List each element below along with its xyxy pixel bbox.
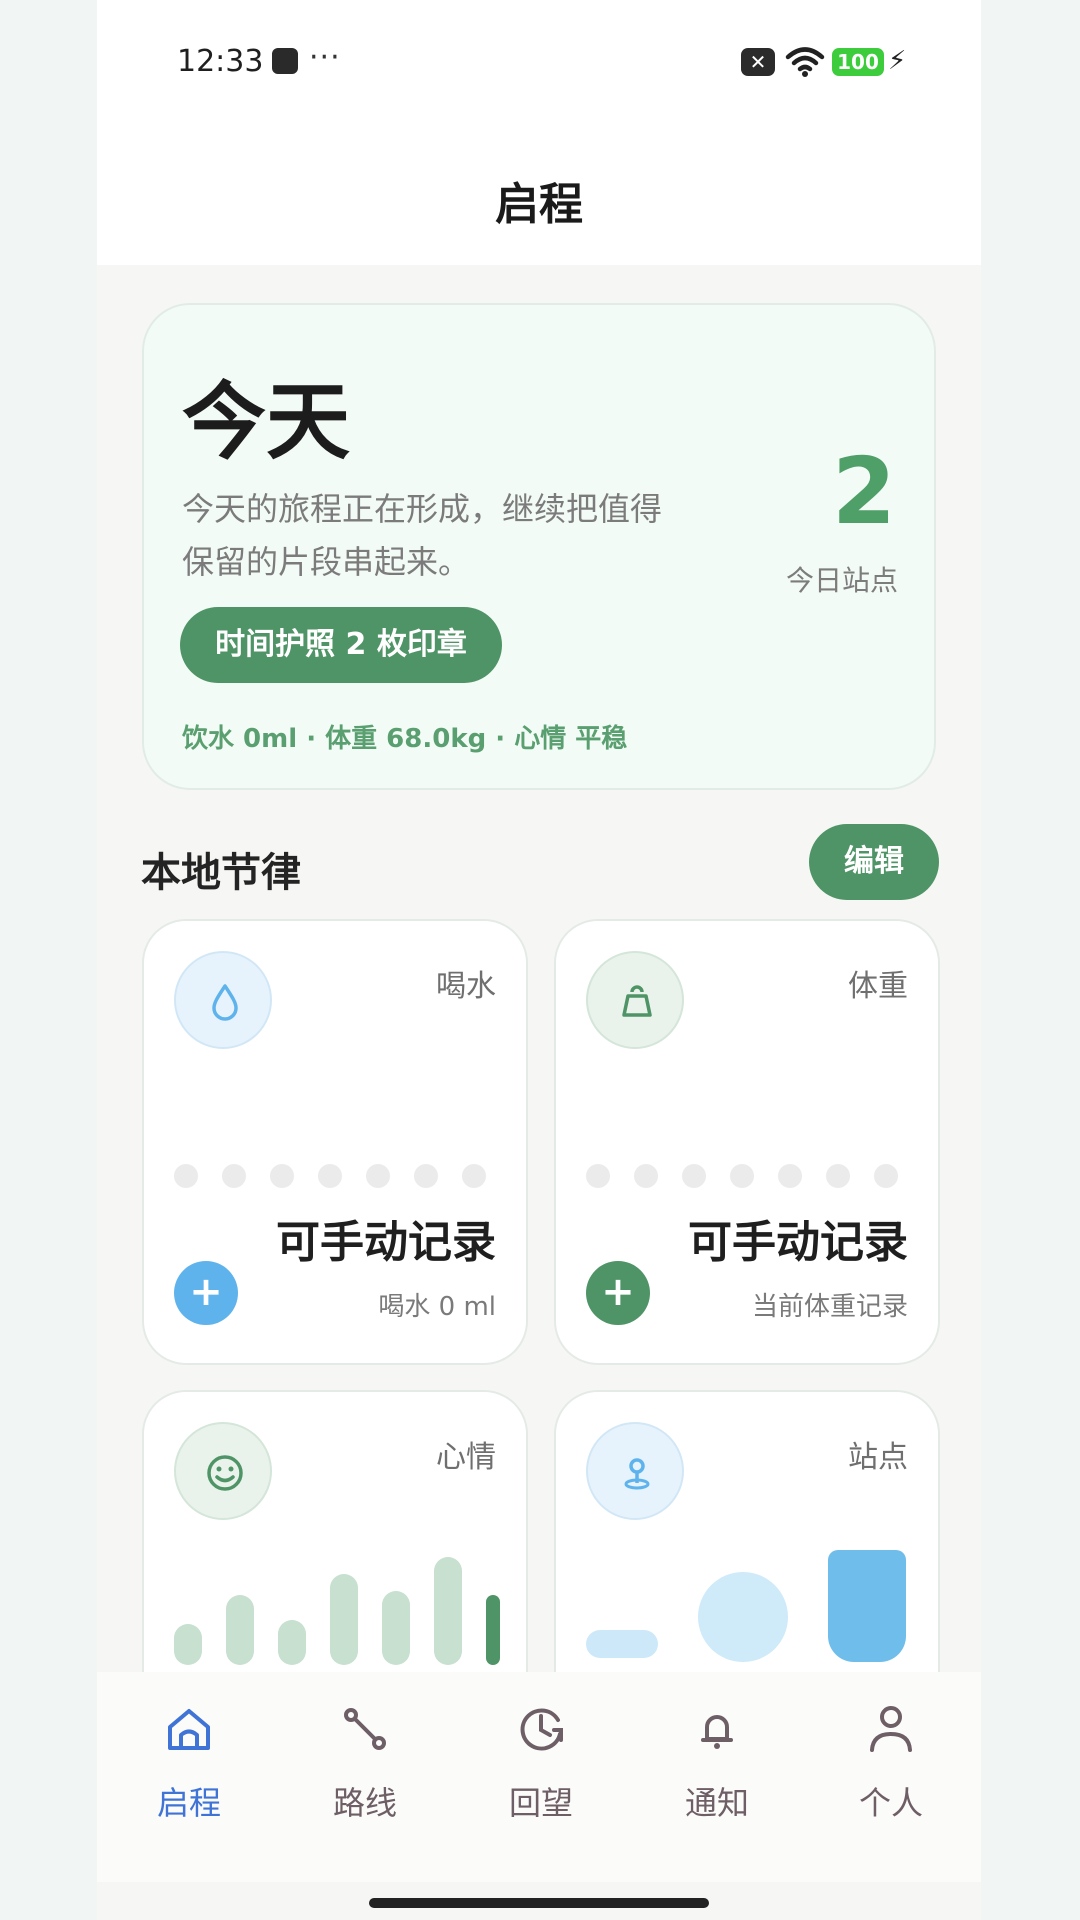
progress-dot [462, 1164, 486, 1188]
tile-caption: 喝水 0 ml [378, 1292, 496, 1322]
nav-label: 通知 [684, 1784, 749, 1822]
progress-dot [222, 1164, 246, 1188]
mood-bar [382, 1591, 410, 1665]
weight-icon [586, 951, 684, 1049]
progress-dot [826, 1164, 850, 1188]
more-notifications-icon: ··· [309, 40, 341, 75]
section-title: 本地节律 [141, 850, 301, 896]
nav-item-home[interactable]: 启程 [101, 1672, 277, 1842]
nav-item-notifications[interactable]: 通知 [629, 1672, 805, 1842]
mood-bar [330, 1574, 358, 1665]
wifi-icon [785, 47, 825, 77]
progress-dot [366, 1164, 390, 1188]
weight-tile[interactable]: 体重 可手动记录 + 当前体重记录 [554, 919, 940, 1365]
progress-dot [874, 1164, 898, 1188]
route-icon [344, 1708, 386, 1750]
home-indicator [369, 1898, 709, 1908]
nav-label: 回望 [508, 1784, 573, 1822]
progress-dot [634, 1164, 658, 1188]
nav-label: 启程 [156, 1784, 221, 1822]
tile-value: 可手动记录 [276, 1217, 496, 1268]
bottom-navigation: 启程 路线 回望 通知 个人 [97, 1672, 981, 1882]
water-drop-icon [174, 951, 272, 1049]
station-shape-bar [586, 1630, 658, 1658]
progress-dot [778, 1164, 802, 1188]
tile-label: 体重 [848, 969, 908, 1004]
station-count: 2 [831, 438, 896, 545]
bell-icon [701, 1715, 733, 1749]
progress-dot [318, 1164, 342, 1188]
passport-stamp-badge[interactable]: 时间护照 2 枚印章 [180, 607, 502, 683]
tile-label: 喝水 [436, 969, 496, 1004]
app-bar: 启程 [97, 110, 981, 265]
nav-label: 路线 [332, 1784, 397, 1822]
page-title: 启程 [495, 179, 583, 230]
status-bar: 12:33 ··· ✕ 100 ⚡ [97, 0, 981, 110]
add-weight-button[interactable]: + [586, 1261, 650, 1325]
tile-value: 可手动记录 [688, 1217, 908, 1268]
progress-dot [730, 1164, 754, 1188]
tile-label: 站点 [848, 1440, 908, 1475]
progress-dot [270, 1164, 294, 1188]
add-water-button[interactable]: + [174, 1261, 238, 1325]
mood-bar-chart [174, 1542, 526, 1665]
station-shape-column [828, 1550, 906, 1662]
nav-label: 个人 [858, 1784, 923, 1822]
home-icon [168, 1709, 210, 1750]
today-title: 今天 [182, 373, 351, 471]
phone-screen: 12:33 ··· ✕ 100 ⚡ 启程 今天 今天的旅程正在形成，继续把值得保… [97, 0, 981, 1920]
no-sim-icon: ✕ [741, 48, 775, 76]
nav-item-profile[interactable]: 个人 [803, 1672, 979, 1842]
mood-bar [174, 1624, 202, 1665]
charging-icon: ⚡ [888, 46, 907, 76]
notification-app-icon [272, 48, 298, 74]
smile-icon [174, 1422, 272, 1520]
mood-bar [278, 1620, 306, 1665]
history-icon [520, 1708, 563, 1751]
station-count-label: 今日站点 [785, 564, 898, 597]
progress-dot [174, 1164, 198, 1188]
today-description: 今天的旅程正在形成，继续把值得保留的片段串起来。 [182, 490, 663, 581]
progress-dot [586, 1164, 610, 1188]
nav-item-route[interactable]: 路线 [277, 1672, 453, 1842]
person-icon [870, 1706, 912, 1752]
tile-caption: 当前体重记录 [751, 1292, 908, 1322]
location-pin-icon [586, 1422, 684, 1520]
water-tile[interactable]: 喝水 可手动记录 + 喝水 0 ml [142, 919, 528, 1365]
daily-summary: 饮水 0ml · 体重 68.0kg · 心情 平稳 [182, 724, 628, 754]
mood-bar [434, 1557, 462, 1665]
progress-dot [414, 1164, 438, 1188]
today-card[interactable]: 今天 今天的旅程正在形成，继续把值得保留的片段串起来。 2 今日站点 时间护照 … [142, 303, 936, 790]
mood-bar [486, 1595, 500, 1665]
progress-dot [682, 1164, 706, 1188]
status-time: 12:33 [177, 44, 264, 79]
station-shape-circle [698, 1572, 788, 1662]
battery-icon: 100 [832, 48, 884, 76]
nav-item-history[interactable]: 回望 [453, 1672, 629, 1842]
tile-label: 心情 [436, 1440, 496, 1475]
edit-button[interactable]: 编辑 [809, 824, 939, 900]
mood-bar [226, 1595, 254, 1665]
